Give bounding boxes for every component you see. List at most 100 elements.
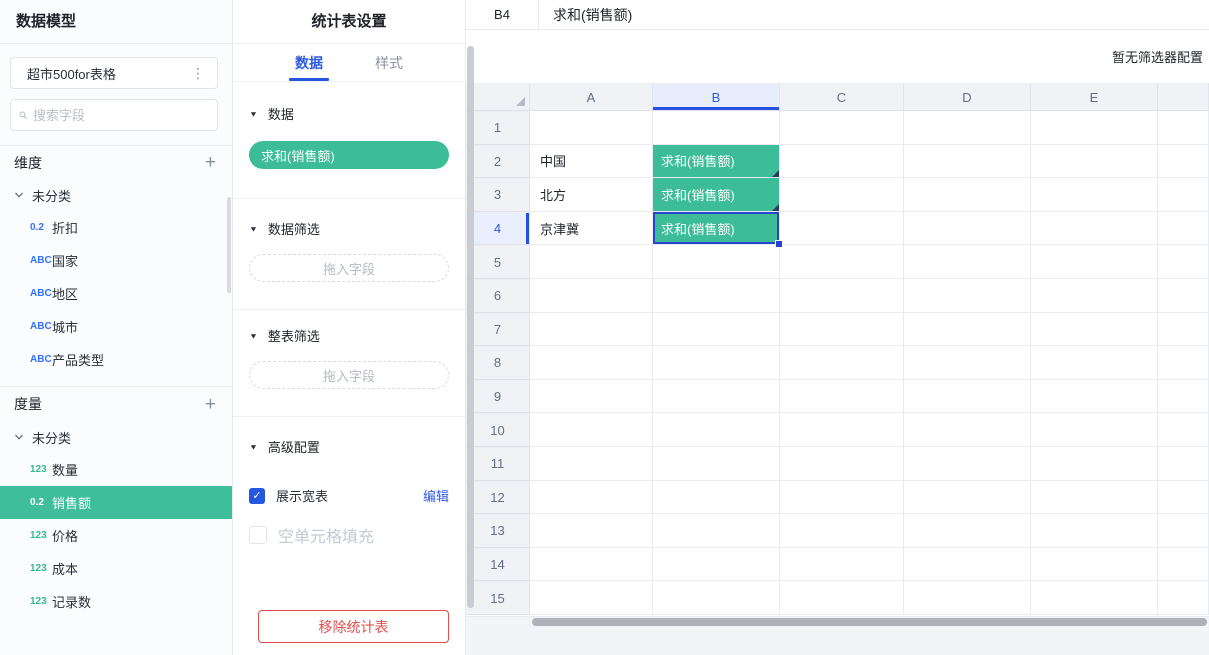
edit-link[interactable]: 编辑: [423, 486, 449, 505]
row-header-6[interactable]: 6: [466, 279, 530, 313]
cell-F5[interactable]: [1158, 245, 1209, 279]
row-header-11[interactable]: 11: [466, 447, 530, 481]
remove-table-button[interactable]: 移除统计表: [258, 610, 449, 643]
cell-A3[interactable]: 北方: [530, 178, 653, 212]
field-item-销售额[interactable]: 0.2销售额: [0, 486, 232, 519]
cell-E2[interactable]: [1031, 145, 1158, 179]
cell-reference-box[interactable]: B4: [466, 0, 539, 29]
cell-E1[interactable]: [1031, 111, 1158, 145]
cell-E14[interactable]: [1031, 548, 1158, 582]
cell-F11[interactable]: [1158, 447, 1209, 481]
fill-handle[interactable]: [775, 240, 783, 248]
cell-B7[interactable]: [653, 313, 780, 347]
cell-C12[interactable]: [780, 481, 904, 515]
cell-E8[interactable]: [1031, 346, 1158, 380]
cell-C7[interactable]: [780, 313, 904, 347]
row-header-4[interactable]: 4: [466, 212, 530, 246]
cell-E13[interactable]: [1031, 514, 1158, 548]
row-header-5[interactable]: 5: [466, 245, 530, 279]
field-item-地区[interactable]: ABC地区: [0, 277, 232, 310]
cell-C9[interactable]: [780, 380, 904, 414]
cell-E6[interactable]: [1031, 279, 1158, 313]
table-filter-dropzone[interactable]: 拖入字段: [249, 361, 449, 389]
column-header-A[interactable]: A: [530, 83, 653, 111]
column-header-D[interactable]: D: [904, 83, 1031, 111]
cell-D11[interactable]: [904, 447, 1031, 481]
cell-C6[interactable]: [780, 279, 904, 313]
cell-A5[interactable]: [530, 245, 653, 279]
select-all-corner[interactable]: [466, 83, 530, 111]
cell-F4[interactable]: [1158, 212, 1209, 246]
cell-A7[interactable]: [530, 313, 653, 347]
kebab-menu-icon[interactable]: ⋮: [187, 65, 209, 82]
tab-style[interactable]: 样式: [369, 44, 409, 81]
cell-D3[interactable]: [904, 178, 1031, 212]
tab-data[interactable]: 数据: [289, 44, 329, 81]
cell-E4[interactable]: [1031, 212, 1158, 246]
cell-E11[interactable]: [1031, 447, 1158, 481]
cell-F6[interactable]: [1158, 279, 1209, 313]
advanced-section-toggle[interactable]: ▼ 高级配置: [249, 437, 449, 456]
cell-D7[interactable]: [904, 313, 1031, 347]
add-dimension-button[interactable]: +: [201, 153, 220, 172]
cell-D8[interactable]: [904, 346, 1031, 380]
cell-B11[interactable]: [653, 447, 780, 481]
cell-C1[interactable]: [780, 111, 904, 145]
add-measure-button[interactable]: +: [201, 395, 220, 414]
sidebar-scrollbar[interactable]: [227, 197, 231, 293]
cell-C5[interactable]: [780, 245, 904, 279]
cell-F12[interactable]: [1158, 481, 1209, 515]
cell-C11[interactable]: [780, 447, 904, 481]
cell-F8[interactable]: [1158, 346, 1209, 380]
cell-E10[interactable]: [1031, 413, 1158, 447]
row-header-2[interactable]: 2: [466, 145, 530, 179]
field-item-数量[interactable]: 123数量: [0, 453, 232, 486]
cell-B13[interactable]: [653, 514, 780, 548]
row-header-12[interactable]: 12: [466, 481, 530, 515]
field-item-折扣[interactable]: 0.2折扣: [0, 211, 232, 244]
field-item-城市[interactable]: ABC城市: [0, 310, 232, 343]
cell-C10[interactable]: [780, 413, 904, 447]
cell-C13[interactable]: [780, 514, 904, 548]
cell-C4[interactable]: [780, 212, 904, 246]
cell-B10[interactable]: [653, 413, 780, 447]
cell-B9[interactable]: [653, 380, 780, 414]
cell-E7[interactable]: [1031, 313, 1158, 347]
search-input[interactable]: [33, 108, 209, 123]
row-header-3[interactable]: 3: [466, 178, 530, 212]
data-filter-section-toggle[interactable]: ▼ 数据筛选: [249, 219, 449, 238]
cell-D2[interactable]: [904, 145, 1031, 179]
field-item-记录数[interactable]: 123记录数: [0, 585, 232, 618]
dimensions-group-toggle[interactable]: 未分类: [0, 179, 232, 211]
cell-A14[interactable]: [530, 548, 653, 582]
cell-D15[interactable]: [904, 581, 1031, 615]
cell-A12[interactable]: [530, 481, 653, 515]
cell-E3[interactable]: [1031, 178, 1158, 212]
cell-B8[interactable]: [653, 346, 780, 380]
cell-A1[interactable]: [530, 111, 653, 145]
field-item-成本[interactable]: 123成本: [0, 552, 232, 585]
cell-D1[interactable]: [904, 111, 1031, 145]
horizontal-scrollbar[interactable]: [532, 618, 1207, 626]
field-item-产品类型[interactable]: ABC产品类型: [0, 343, 232, 376]
data-filter-dropzone[interactable]: 拖入字段: [249, 254, 449, 282]
cell-A2[interactable]: 中国: [530, 145, 653, 179]
cell-D5[interactable]: [904, 245, 1031, 279]
column-header-E[interactable]: E: [1031, 83, 1158, 111]
cell-C3[interactable]: [780, 178, 904, 212]
column-header-C[interactable]: C: [780, 83, 904, 111]
cell-E5[interactable]: [1031, 245, 1158, 279]
cell-F14[interactable]: [1158, 548, 1209, 582]
cell-C8[interactable]: [780, 346, 904, 380]
wide-table-checkbox[interactable]: ✓: [249, 488, 265, 504]
cell-B12[interactable]: [653, 481, 780, 515]
cell-F10[interactable]: [1158, 413, 1209, 447]
cell-A15[interactable]: [530, 581, 653, 615]
cell-B3[interactable]: 求和(销售额): [653, 178, 780, 212]
cell-A8[interactable]: [530, 346, 653, 380]
data-section-toggle[interactable]: ▼ 数据: [249, 104, 449, 123]
cell-F15[interactable]: [1158, 581, 1209, 615]
field-item-价格[interactable]: 123价格: [0, 519, 232, 552]
column-header-F[interactable]: [1158, 83, 1209, 111]
cell-B2[interactable]: 求和(销售额): [653, 145, 780, 179]
